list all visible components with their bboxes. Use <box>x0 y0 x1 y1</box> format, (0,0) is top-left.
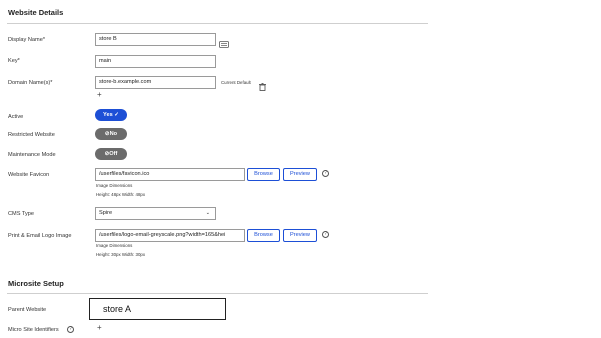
logo-path-input[interactable]: /userfiles/logo-email-greyscale.png?widt… <box>95 229 245 242</box>
website-details-divider <box>7 23 428 24</box>
cms-type-value: Spire <box>99 210 113 216</box>
website-details-title: Website Details <box>8 8 64 17</box>
cms-type-label: CMS Type <box>8 211 35 217</box>
key-label: Key* <box>8 58 20 64</box>
key-input[interactable]: main <box>95 55 216 68</box>
maintenance-mode-label: Maintenance Mode <box>8 152 56 158</box>
display-name-label: Display Name* <box>8 37 46 43</box>
add-domain-button[interactable]: + <box>97 91 102 99</box>
favicon-dims-title: Image Dimensions <box>96 183 133 188</box>
parent-website-value: store A <box>103 304 132 314</box>
micro-site-identifiers-label: Micro Site Identifiers <box>8 327 59 333</box>
favicon-browse-button[interactable]: Browse <box>247 168 280 181</box>
microsite-setup-title: Microsite Setup <box>8 279 64 288</box>
favicon-preview-button[interactable]: Preview <box>283 168 317 181</box>
help-icon[interactable]: ? <box>67 326 74 333</box>
logo-preview-button[interactable]: Preview <box>283 229 317 242</box>
logo-browse-button[interactable]: Browse <box>247 229 280 242</box>
restricted-toggle-label: No <box>109 131 118 137</box>
maintenance-mode-toggle[interactable]: ⊘Off <box>95 148 127 160</box>
parent-website-label: Parent Website <box>8 307 47 313</box>
print-email-logo-label: Print & Email Logo Image <box>8 233 72 239</box>
check-icon: ✓ <box>114 112 119 118</box>
favicon-dims: Height: 48px Width: 48px <box>96 192 146 197</box>
display-name-input[interactable]: store B <box>95 33 216 46</box>
restricted-website-label: Restricted Website <box>8 132 55 138</box>
domain-name-input[interactable]: store-b.example.com <box>95 76 216 89</box>
chevron-down-icon: ⌄ <box>205 210 210 216</box>
logo-dims-title: Image Dimensions <box>96 243 133 248</box>
active-toggle-label: Yes <box>103 112 113 118</box>
microsite-setup-divider <box>7 293 428 294</box>
restricted-website-toggle[interactable]: ⊘No <box>95 128 127 140</box>
trash-icon[interactable] <box>259 78 266 91</box>
active-toggle[interactable]: Yes ✓ <box>95 109 127 121</box>
maintenance-toggle-label: Off <box>109 151 118 157</box>
logo-dims: Height: 30px Width: 30px <box>96 252 146 257</box>
favicon-path-input[interactable]: /userfiles/favicon.ico <box>95 168 245 181</box>
active-label: Active <box>8 114 24 120</box>
website-favicon-label: Website Favicon <box>8 172 50 178</box>
add-micro-site-identifier-button[interactable]: + <box>97 324 102 332</box>
help-icon[interactable]: ? <box>322 231 329 238</box>
help-icon[interactable]: ? <box>322 170 329 177</box>
domain-names-label: Domain Name(s)* <box>8 80 53 86</box>
parent-website-input[interactable]: store A <box>89 298 226 320</box>
cms-type-select[interactable]: Spire ⌄ <box>95 207 216 220</box>
translate-icon[interactable] <box>219 35 229 48</box>
current-default-label: Current Default <box>221 80 251 85</box>
